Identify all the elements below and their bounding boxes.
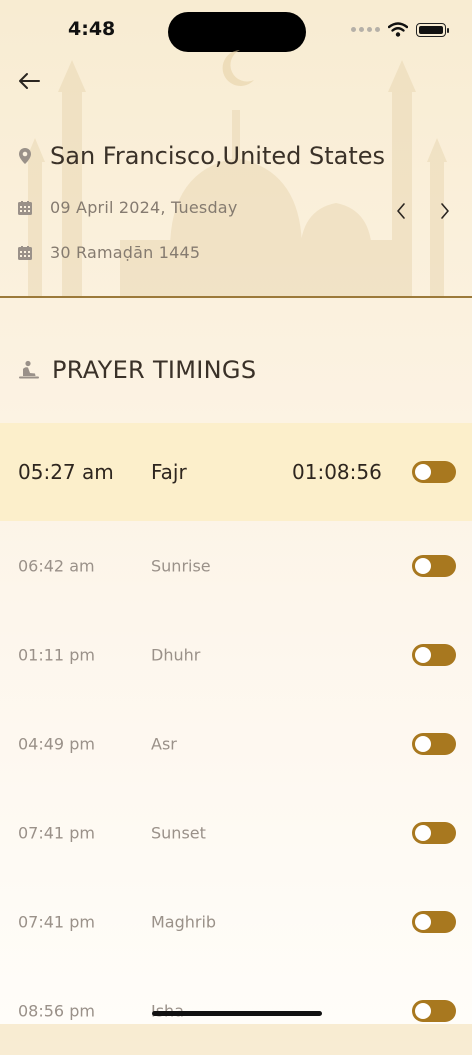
toggle-knob <box>415 1002 431 1019</box>
status-icons <box>351 22 449 37</box>
prayer-time: 04:49 pm <box>18 734 95 753</box>
previous-day-button[interactable] <box>388 198 414 224</box>
prayer-icon <box>19 360 39 379</box>
prayer-name: Maghrib <box>151 912 217 931</box>
notification-toggle[interactable] <box>412 643 456 666</box>
prayer-time: 08:56 pm <box>18 1001 95 1020</box>
prayer-name: Sunset <box>151 823 206 842</box>
back-button[interactable] <box>14 66 44 96</box>
hijri-date: 30 Ramaḍān 1445 <box>50 243 201 262</box>
home-indicator <box>152 1011 322 1016</box>
chevron-right-icon <box>441 203 449 219</box>
toggle-knob <box>415 824 431 841</box>
next-day-button[interactable] <box>432 198 458 224</box>
toggle-knob <box>415 735 431 752</box>
cellular-signal-icon <box>351 27 380 32</box>
prayer-time: 07:41 pm <box>18 912 95 931</box>
notification-toggle[interactable] <box>412 910 456 933</box>
hijri-date-row: 30 Ramaḍān 1445 <box>18 243 200 262</box>
notification-toggle[interactable] <box>412 999 456 1022</box>
chevron-left-icon <box>397 203 405 219</box>
back-arrow-icon <box>19 73 40 89</box>
notification-toggle[interactable] <box>412 821 456 844</box>
prayer-row-asr: 04:49 pm Asr <box>0 699 472 788</box>
location-text: San Francisco,United States <box>50 142 386 170</box>
prayer-row-sunrise: 06:42 am Sunrise <box>0 521 472 610</box>
battery-icon <box>416 22 449 37</box>
notification-toggle[interactable] <box>412 461 456 483</box>
header-divider <box>0 296 472 298</box>
calendar-icon <box>18 200 32 215</box>
toggle-knob <box>415 646 431 663</box>
prayer-countdown: 01:08:56 <box>292 460 382 484</box>
notification-toggle[interactable] <box>412 732 456 755</box>
location-pin-icon <box>19 148 31 164</box>
prayer-row-sunset: 07:41 pm Sunset <box>0 788 472 877</box>
gregorian-date-row: 09 April 2024, Tuesday <box>18 198 238 217</box>
prayer-row-maghrib: 07:41 pm Maghrib <box>0 877 472 966</box>
prayer-list: 05:27 am Fajr 01:08:56 06:42 am Sunrise … <box>0 423 472 1055</box>
status-time: 4:48 <box>68 18 116 40</box>
prayer-name: Asr <box>151 734 177 753</box>
toggle-knob <box>415 464 431 480</box>
prayer-row-dhuhr: 01:11 pm Dhuhr <box>0 610 472 699</box>
prayer-name: Dhuhr <box>151 645 201 664</box>
toggle-knob <box>415 557 431 574</box>
toggle-knob <box>415 913 431 930</box>
calendar-icon <box>18 245 32 260</box>
prayer-name: Sunrise <box>151 556 211 575</box>
prayer-time: 07:41 pm <box>18 823 95 842</box>
section-header: PRAYER TIMINGS <box>18 356 256 384</box>
prayer-time: 06:42 am <box>18 556 95 575</box>
wifi-icon <box>388 22 408 37</box>
prayer-time: 05:27 am <box>18 460 114 484</box>
gregorian-date: 09 April 2024, Tuesday <box>50 198 238 217</box>
prayer-time: 01:11 pm <box>18 645 95 664</box>
prayer-row-fajr: 05:27 am Fajr 01:08:56 <box>0 423 472 521</box>
section-title: PRAYER TIMINGS <box>52 356 257 384</box>
location-row: San Francisco,United States <box>18 142 385 170</box>
notification-toggle[interactable] <box>412 554 456 577</box>
prayer-name: Fajr <box>151 460 187 484</box>
